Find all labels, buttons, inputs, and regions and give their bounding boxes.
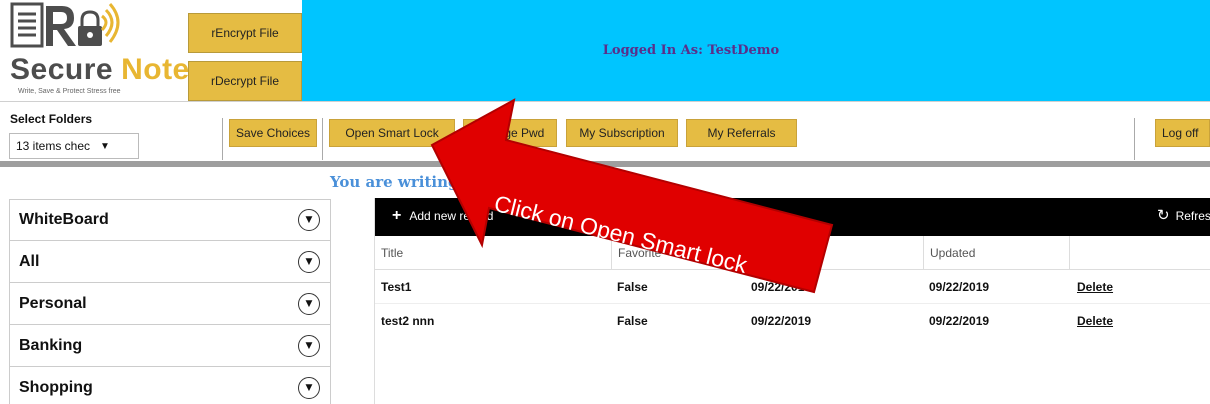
logo: Secure Note Write, Save & Protect Stress … xyxy=(0,0,190,101)
grid-header-row: Title Favorite Created Updated xyxy=(375,236,1210,270)
decrypt-file-button[interactable]: rDecrypt File xyxy=(188,61,302,101)
chevron-down-icon[interactable]: ▼ xyxy=(298,250,320,273)
column-header-created[interactable]: Created xyxy=(745,236,923,270)
secure-note-logo-icon xyxy=(10,2,120,48)
open-smart-lock-button[interactable]: Open Smart Lock xyxy=(329,119,455,147)
refresh-button[interactable]: ↻ Refresh xyxy=(1157,207,1210,224)
caret-down-icon: ▼ xyxy=(100,140,110,152)
my-referrals-button[interactable]: My Referrals xyxy=(686,119,797,147)
select-folders-label: Select Folders xyxy=(10,112,93,126)
column-header-updated[interactable]: Updated xyxy=(923,236,1069,270)
cell-updated: 09/22/2019 xyxy=(929,313,990,328)
sidebar-item-whiteboard[interactable]: WhiteBoard ▼ xyxy=(9,199,331,241)
cell-favorite: False xyxy=(617,313,648,328)
chevron-down-icon[interactable]: ▼ xyxy=(298,376,320,399)
logo-word-note: Note xyxy=(121,53,190,86)
sidebar-item-label: WhiteBoard xyxy=(19,211,109,228)
app-header: Secure Note Write, Save & Protect Stress … xyxy=(0,0,1210,101)
column-header-actions xyxy=(1069,236,1210,270)
delete-link[interactable]: Delete xyxy=(1071,304,1113,337)
logged-in-banner: Logged In As: TestDemo xyxy=(302,0,1210,101)
records-grid: + Add new record ↻ Refresh Title Favorit… xyxy=(374,198,1210,404)
table-row[interactable]: test2 nnn False 09/22/2019 09/22/2019 De… xyxy=(375,303,1210,336)
cell-title: Test1 xyxy=(381,279,412,294)
toolbar-bottom-bar xyxy=(0,161,1210,167)
refresh-icon: ↻ xyxy=(1157,207,1170,224)
sidebar-item-label: Shopping xyxy=(19,378,93,396)
main-toolbar: Select Folders 13 items chec ▼ Save Choi… xyxy=(0,101,1210,165)
toolbar-divider xyxy=(1134,118,1135,160)
logo-wordmark: Secure Note xyxy=(10,53,190,87)
chevron-down-icon[interactable]: ▼ xyxy=(298,334,320,357)
plus-icon: + xyxy=(392,207,402,224)
add-new-record-label: Add new record xyxy=(409,209,494,223)
add-new-record-button[interactable]: + Add new record xyxy=(392,207,494,224)
sidebar-item-label: All xyxy=(19,252,40,270)
cell-title: test2 nnn xyxy=(381,313,435,328)
toolbar-divider xyxy=(222,118,223,160)
save-choices-button[interactable]: Save Choices xyxy=(229,119,317,147)
encrypt-file-button[interactable]: rEncrypt File xyxy=(188,13,302,53)
table-row[interactable]: Test1 False 09/22/2019 09/22/2019 Delete xyxy=(375,270,1210,303)
sidebar-item-shopping[interactable]: Shopping ▼ xyxy=(9,367,331,404)
writing-status-text: You are writing xyxy=(330,173,459,191)
logged-in-text: Logged In As: TestDemo xyxy=(602,43,780,58)
chevron-down-icon[interactable]: ▼ xyxy=(298,292,320,315)
cell-created: 09/22/2019 xyxy=(751,279,812,294)
cell-created: 09/22/2019 xyxy=(751,313,812,328)
sidebar-item-label: Banking xyxy=(19,336,83,354)
logo-tagline: Write, Save & Protect Stress free xyxy=(18,88,121,95)
cell-updated: 09/22/2019 xyxy=(929,279,990,294)
folder-select-dropdown[interactable]: 13 items chec ▼ xyxy=(9,133,139,159)
sidebar-item-label: Personal xyxy=(19,294,87,312)
delete-link[interactable]: Delete xyxy=(1071,270,1113,303)
cell-favorite: False xyxy=(617,279,648,294)
column-header-title[interactable]: Title xyxy=(375,236,611,270)
logo-word-secure: Secure xyxy=(10,53,114,86)
sidebar-item-all[interactable]: All ▼ xyxy=(9,241,331,283)
change-pwd-button[interactable]: Change Pwd xyxy=(463,119,557,147)
folder-select-value: 13 items chec xyxy=(16,139,91,153)
chevron-down-icon[interactable]: ▼ xyxy=(298,209,320,231)
refresh-label: Refresh xyxy=(1175,209,1210,223)
folder-sidebar: WhiteBoard ▼ All ▼ Personal ▼ Banking ▼ … xyxy=(9,199,331,404)
sidebar-item-banking[interactable]: Banking ▼ xyxy=(9,325,331,367)
sidebar-item-personal[interactable]: Personal ▼ xyxy=(9,283,331,325)
log-off-button[interactable]: Log off xyxy=(1155,119,1210,147)
toolbar-divider xyxy=(322,118,323,160)
my-subscription-button[interactable]: My Subscription xyxy=(566,119,678,147)
